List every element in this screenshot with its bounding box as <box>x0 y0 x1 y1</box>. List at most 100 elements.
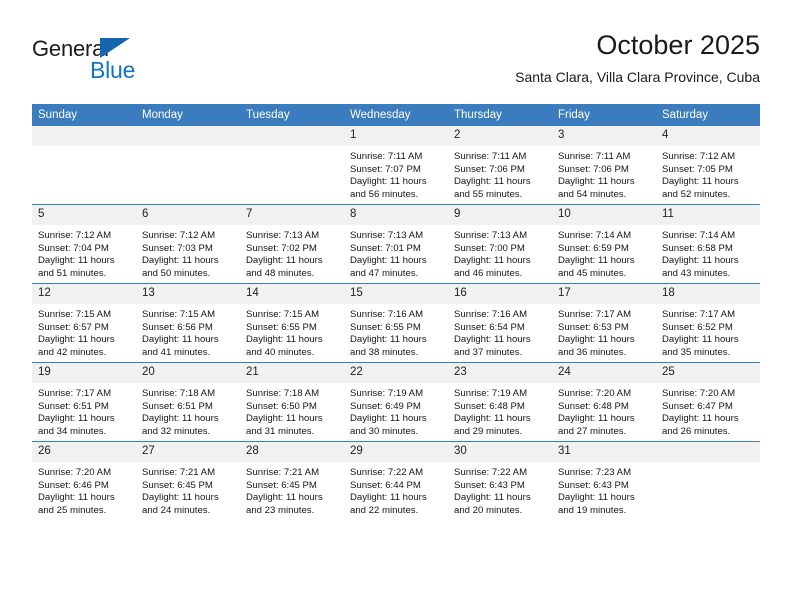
sunset-time: Sunset: 7:02 PM <box>246 242 317 254</box>
day-number: 16 <box>448 284 552 304</box>
daylight-duration-line1: Daylight: 11 hours <box>350 413 427 425</box>
day-number: 23 <box>448 363 552 383</box>
day-details: Sunrise: 7:20 AM Sunset: 6:47 PM Daylight:… <box>656 383 760 438</box>
sunrise-time: Sunrise: 7:22 AM <box>454 467 528 478</box>
calendar-day-cell[interactable]: 16 Sunrise: 7:16 AM Sunset: 6:54 PM Dayligh… <box>448 283 552 363</box>
day-number: 10 <box>552 205 656 225</box>
calendar-day-cell[interactable]: 11 Sunrise: 7:14 AM Sunset: 6:58 PM Dayligh… <box>656 204 760 284</box>
calendar-day-cell[interactable]: 31 Sunrise: 7:23 AM Sunset: 6:43 PM Dayligh… <box>552 441 656 520</box>
sunset-time: Sunset: 6:45 PM <box>246 479 317 491</box>
day-number <box>240 126 344 146</box>
sunrise-time: Sunrise: 7:16 AM <box>350 309 424 320</box>
calendar-day-cell[interactable]: 4 Sunrise: 7:12 AM Sunset: 7:05 PM Daylight… <box>656 126 760 205</box>
sunrise-time: Sunrise: 7:15 AM <box>38 309 112 320</box>
day-number: 14 <box>240 284 344 304</box>
day-details: Sunrise: 7:20 AM Sunset: 6:46 PM Daylight:… <box>32 462 136 517</box>
calendar-day-cell[interactable]: 22 Sunrise: 7:19 AM Sunset: 6:49 PM Dayligh… <box>344 362 448 442</box>
day-details: Sunrise: 7:20 AM Sunset: 6:48 PM Daylight:… <box>552 383 656 438</box>
day-number: 9 <box>448 205 552 225</box>
day-details: Sunrise: 7:13 AM Sunset: 7:02 PM Daylight:… <box>240 225 344 280</box>
calendar-cell-empty <box>656 441 760 520</box>
sunrise-time: Sunrise: 7:20 AM <box>558 388 632 399</box>
daylight-duration-line1: Daylight: 11 hours <box>558 255 635 267</box>
sunset-time: Sunset: 6:48 PM <box>558 400 629 412</box>
day-details: Sunrise: 7:21 AM Sunset: 6:45 PM Daylight:… <box>240 462 344 517</box>
sunset-time: Sunset: 6:48 PM <box>454 400 525 412</box>
daylight-duration-line1: Daylight: 11 hours <box>38 413 115 425</box>
sunrise-time: Sunrise: 7:13 AM <box>350 230 424 241</box>
sunrise-time: Sunrise: 7:11 AM <box>454 151 527 162</box>
calendar-day-cell[interactable]: 26 Sunrise: 7:20 AM Sunset: 6:46 PM Dayligh… <box>32 441 136 520</box>
daylight-duration-line2: and 54 minutes. <box>558 188 627 200</box>
sunrise-time: Sunrise: 7:18 AM <box>246 388 320 399</box>
day-details: Sunrise: 7:17 AM Sunset: 6:51 PM Daylight:… <box>32 383 136 438</box>
calendar-day-cell[interactable]: 12 Sunrise: 7:15 AM Sunset: 6:57 PM Dayligh… <box>32 283 136 363</box>
daylight-duration-line1: Daylight: 11 hours <box>662 255 739 267</box>
page-subtitle: Santa Clara, Villa Clara Province, Cuba <box>515 69 760 85</box>
day-number: 20 <box>136 363 240 383</box>
calendar-day-cell[interactable]: 15 Sunrise: 7:16 AM Sunset: 6:55 PM Dayligh… <box>344 283 448 363</box>
sunrise-sunset-calendar: Sunday Monday Tuesday Wednesday Thursday… <box>32 104 760 520</box>
daylight-duration-line2: and 23 minutes. <box>246 504 315 516</box>
calendar-day-cell[interactable]: 19 Sunrise: 7:17 AM Sunset: 6:51 PM Dayligh… <box>32 362 136 442</box>
calendar-day-cell[interactable]: 17 Sunrise: 7:17 AM Sunset: 6:53 PM Dayligh… <box>552 283 656 363</box>
calendar-day-cell[interactable]: 5 Sunrise: 7:12 AM Sunset: 7:04 PM Daylight… <box>32 204 136 284</box>
day-number: 24 <box>552 363 656 383</box>
calendar-day-cell[interactable]: 10 Sunrise: 7:14 AM Sunset: 6:59 PM Dayligh… <box>552 204 656 284</box>
sunset-time: Sunset: 6:55 PM <box>350 321 421 333</box>
general-blue-logo[interactable]: General Blue <box>32 36 232 92</box>
daylight-duration-line2: and 34 minutes. <box>38 425 107 437</box>
day-details: Sunrise: 7:11 AM Sunset: 7:06 PM Daylight:… <box>552 146 656 201</box>
calendar-week-row: 5 Sunrise: 7:12 AM Sunset: 7:04 PM Daylight… <box>32 204 760 284</box>
calendar-day-cell[interactable]: 8 Sunrise: 7:13 AM Sunset: 7:01 PM Daylight… <box>344 204 448 284</box>
calendar-day-cell[interactable]: 28 Sunrise: 7:21 AM Sunset: 6:45 PM Dayligh… <box>240 441 344 520</box>
calendar-day-cell[interactable]: 6 Sunrise: 7:12 AM Sunset: 7:03 PM Daylight… <box>136 204 240 284</box>
calendar-day-cell[interactable]: 30 Sunrise: 7:22 AM Sunset: 6:43 PM Dayligh… <box>448 441 552 520</box>
day-details: Sunrise: 7:13 AM Sunset: 7:01 PM Daylight:… <box>344 225 448 280</box>
day-number <box>656 442 760 462</box>
sunrise-time: Sunrise: 7:12 AM <box>142 230 216 241</box>
day-details: Sunrise: 7:22 AM Sunset: 6:44 PM Daylight:… <box>344 462 448 517</box>
calendar-day-cell[interactable]: 1 Sunrise: 7:11 AM Sunset: 7:07 PM Daylight… <box>344 126 448 205</box>
sunrise-time: Sunrise: 7:13 AM <box>246 230 320 241</box>
daylight-duration-line2: and 56 minutes. <box>350 188 419 200</box>
daylight-duration-line1: Daylight: 11 hours <box>454 413 531 425</box>
calendar-day-cell[interactable]: 23 Sunrise: 7:19 AM Sunset: 6:48 PM Dayligh… <box>448 362 552 442</box>
sunset-time: Sunset: 7:06 PM <box>558 163 629 175</box>
day-number: 7 <box>240 205 344 225</box>
calendar-day-cell[interactable]: 21 Sunrise: 7:18 AM Sunset: 6:50 PM Dayligh… <box>240 362 344 442</box>
sunrise-time: Sunrise: 7:14 AM <box>662 230 736 241</box>
calendar-day-cell[interactable]: 24 Sunrise: 7:20 AM Sunset: 6:48 PM Dayligh… <box>552 362 656 442</box>
day-details: Sunrise: 7:21 AM Sunset: 6:45 PM Daylight:… <box>136 462 240 517</box>
daylight-duration-line2: and 25 minutes. <box>38 504 107 516</box>
sunset-time: Sunset: 6:52 PM <box>662 321 733 333</box>
calendar-day-cell[interactable]: 20 Sunrise: 7:18 AM Sunset: 6:51 PM Dayligh… <box>136 362 240 442</box>
sunrise-time: Sunrise: 7:12 AM <box>662 151 736 162</box>
weekday-header-friday: Friday <box>552 104 656 126</box>
calendar-day-cell[interactable]: 29 Sunrise: 7:22 AM Sunset: 6:44 PM Dayligh… <box>344 441 448 520</box>
day-details: Sunrise: 7:12 AM Sunset: 7:03 PM Daylight:… <box>136 225 240 280</box>
calendar-day-cell[interactable]: 9 Sunrise: 7:13 AM Sunset: 7:00 PM Daylight… <box>448 204 552 284</box>
sunrise-time: Sunrise: 7:17 AM <box>662 309 736 320</box>
logo-text-blue: Blue <box>90 57 136 83</box>
day-number: 31 <box>552 442 656 462</box>
daylight-duration-line1: Daylight: 11 hours <box>662 413 739 425</box>
daylight-duration-line1: Daylight: 11 hours <box>38 492 115 504</box>
daylight-duration-line2: and 26 minutes. <box>662 425 731 437</box>
calendar-day-cell[interactable]: 3 Sunrise: 7:11 AM Sunset: 7:06 PM Daylight… <box>552 126 656 205</box>
calendar-day-cell[interactable]: 7 Sunrise: 7:13 AM Sunset: 7:02 PM Daylight… <box>240 204 344 284</box>
calendar-day-cell[interactable]: 18 Sunrise: 7:17 AM Sunset: 6:52 PM Dayligh… <box>656 283 760 363</box>
calendar-day-cell[interactable]: 25 Sunrise: 7:20 AM Sunset: 6:47 PM Dayligh… <box>656 362 760 442</box>
sunrise-time: Sunrise: 7:23 AM <box>558 467 632 478</box>
daylight-duration-line1: Daylight: 11 hours <box>662 176 739 188</box>
sunset-time: Sunset: 7:00 PM <box>454 242 525 254</box>
day-number: 4 <box>656 126 760 146</box>
sunrise-time: Sunrise: 7:11 AM <box>558 151 631 162</box>
daylight-duration-line1: Daylight: 11 hours <box>350 334 427 346</box>
daylight-duration-line2: and 31 minutes. <box>246 425 315 437</box>
daylight-duration-line1: Daylight: 11 hours <box>454 334 531 346</box>
calendar-day-cell[interactable]: 14 Sunrise: 7:15 AM Sunset: 6:55 PM Dayligh… <box>240 283 344 363</box>
calendar-day-cell[interactable]: 27 Sunrise: 7:21 AM Sunset: 6:45 PM Dayligh… <box>136 441 240 520</box>
calendar-day-cell[interactable]: 2 Sunrise: 7:11 AM Sunset: 7:06 PM Daylight… <box>448 126 552 205</box>
calendar-day-cell[interactable]: 13 Sunrise: 7:15 AM Sunset: 6:56 PM Dayligh… <box>136 283 240 363</box>
